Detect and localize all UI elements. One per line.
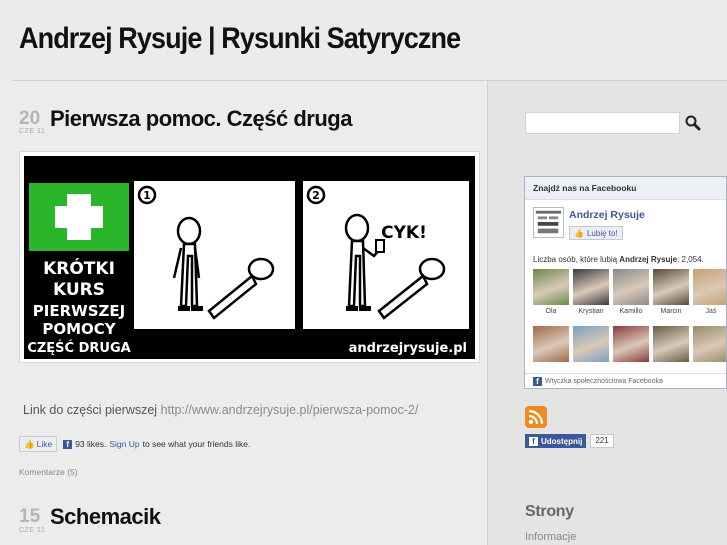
post-date-month: CZE 11 [19, 527, 46, 534]
post-date-month: CZE 11 [19, 128, 46, 135]
fan-name[interactable]: Marcin [651, 308, 691, 315]
fan-avatar[interactable] [573, 269, 609, 305]
link-label: Link do części pierwszej [23, 403, 158, 417]
facebook-page-name[interactable]: Andrzej Rysuje [569, 209, 645, 221]
facebook-like-bar: 👍 Like f 93 likes. Sign Up to see what y… [19, 436, 250, 452]
fan-avatar[interactable] [693, 269, 726, 305]
comic-sound: CYK! [381, 223, 427, 243]
search-icon[interactable] [684, 114, 702, 132]
facebook-box-header: Znajdź nas na Facebooku [525, 177, 726, 200]
comic-image: KRÓTKI KURS PIERWSZEJ POMOCY CZĘŚĆ DRUGA… [24, 156, 475, 359]
fan-name[interactable]: Ola [531, 308, 571, 315]
facebook-plugin-footer: f Wtyczka społecznościowa Facebooka [525, 373, 726, 388]
comic-text-line: PIERWSZEJ [33, 302, 125, 320]
like-button[interactable]: 👍 Like [19, 436, 58, 452]
comic-text-line: KURS [53, 280, 105, 300]
facebook-like-page-label: Lubię to! [586, 228, 618, 238]
facebook-like-page-button[interactable]: 👍 Lubię to! [569, 226, 623, 240]
fan-avatar[interactable] [693, 326, 726, 362]
post-title[interactable]: Schemacik [50, 504, 161, 530]
fan-avatar[interactable] [613, 269, 649, 305]
fan-avatar[interactable] [573, 326, 609, 362]
count-name: Andrzej Rysuje [619, 255, 678, 264]
signup-link[interactable]: Sign Up [109, 439, 139, 449]
comic-watermark: andrzejrysuje.pl [349, 341, 467, 356]
panel-number: 2 [312, 189, 320, 202]
fan-avatar[interactable] [533, 326, 569, 362]
post-date-day: 15 [19, 506, 41, 527]
comic-text-line: CZĘŚĆ DRUGA [27, 340, 130, 356]
part-one-link[interactable]: http://www.andrzejrysuje.pl/pierwsza-pom… [161, 403, 419, 417]
thumbs-up-icon: 👍 [24, 438, 35, 449]
comic-text-line: POMOCY [42, 320, 116, 338]
post-date-day: 20 [19, 108, 41, 129]
fan-avatar[interactable] [653, 326, 689, 362]
share-count: 221 [590, 434, 614, 448]
like-suffix: to see what your friends like. [142, 439, 251, 449]
thumbs-up-icon: 👍 [574, 228, 584, 238]
fan-avatar[interactable] [613, 326, 649, 362]
search-input[interactable] [525, 112, 680, 134]
facebook-icon: f [533, 376, 542, 386]
share-label: Udostępnij [541, 436, 583, 446]
site-title[interactable]: Andrzej Rysuje | Rysunki Satyryczne [19, 22, 461, 56]
fan-name[interactable]: Jaś [691, 308, 726, 315]
pages-widget-title: Strony [525, 503, 574, 520]
facebook-fan-count: Liczba osób, które lubią Andrzej Rysuje:… [533, 255, 704, 264]
share-button[interactable]: f Udostępnij [525, 434, 587, 448]
fan-avatar[interactable] [653, 269, 689, 305]
post-title[interactable]: Pierwsza pomoc. Część druga [50, 106, 352, 132]
page-avatar[interactable] [533, 207, 564, 238]
facebook-icon: f [63, 439, 73, 449]
like-count: 93 likes. [75, 439, 107, 449]
panel-number: 1 [143, 189, 151, 202]
comic-text-line: KRÓTKI [43, 257, 115, 279]
pages-item-informacje[interactable]: Informacje [525, 531, 576, 543]
facebook-icon: f [529, 436, 538, 446]
rss-icon[interactable] [525, 406, 547, 428]
fan-name[interactable]: Kamillo [611, 308, 651, 315]
count-prefix: Liczba osób, które lubią [533, 255, 618, 264]
facebook-like-box: Znajdź nas na Facebooku Andrzej Rysuje 👍… [524, 176, 727, 389]
post-image[interactable]: KRÓTKI KURS PIERWSZEJ POMOCY CZĘŚĆ DRUGA… [19, 151, 480, 363]
fan-avatar[interactable] [533, 269, 569, 305]
facebook-plugin-label[interactable]: Wtyczka społecznościowa Facebooka [545, 378, 663, 385]
comments-link[interactable]: Komentarze (5) [19, 467, 78, 477]
like-button-label: Like [36, 439, 53, 449]
fan-name[interactable]: Krystian [571, 308, 611, 315]
share-widget: f Udostępnij 221 [525, 434, 614, 448]
count-suffix: : 2,054. [677, 255, 704, 264]
post-link-line: Link do części pierwszej http://www.andr… [23, 403, 418, 417]
